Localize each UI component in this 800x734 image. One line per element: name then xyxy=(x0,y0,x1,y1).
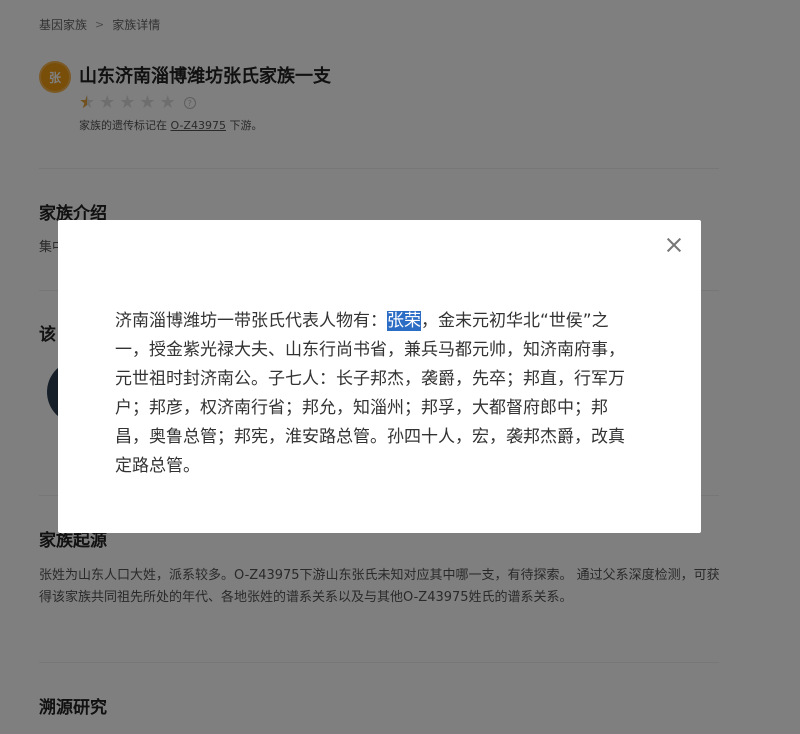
modal-text: 济南淄博潍坊一带张氏代表人物有：张荣，金末元初华北“世侯”之一，授金紫光禄大夫、… xyxy=(115,307,635,481)
family-figures-modal: 济南淄博潍坊一带张氏代表人物有：张荣，金末元初华北“世侯”之一，授金紫光禄大夫、… xyxy=(58,220,701,533)
modal-text-after: ，金末元初华北“世侯”之一，授金紫光禄大夫、山东行尚书省，兼兵马都元帅，知济南府… xyxy=(115,311,625,476)
modal-text-before: 济南淄博潍坊一带张氏代表人物有： xyxy=(115,311,387,331)
highlighted-text: 张荣 xyxy=(387,311,421,331)
close-icon[interactable] xyxy=(663,234,685,256)
